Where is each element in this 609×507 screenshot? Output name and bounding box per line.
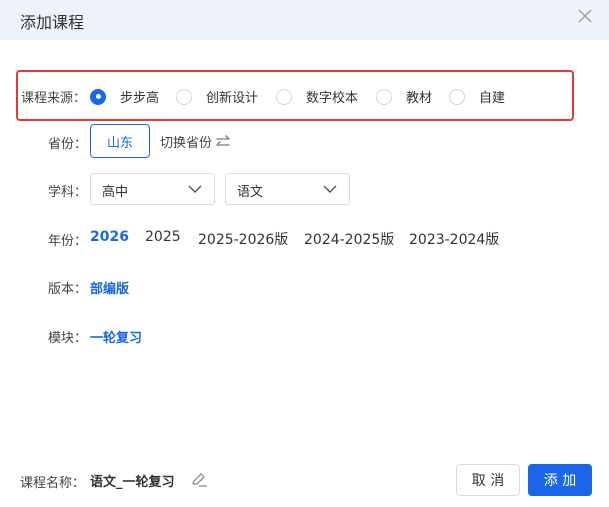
module-label: 模块： <box>48 331 88 346</box>
source-option-label: 自建 <box>479 91 506 106</box>
source-option-label: 创新设计 <box>206 91 259 106</box>
chevron-down-icon <box>188 185 202 193</box>
year-label: 年份： <box>48 234 88 249</box>
subject-select-value: 语文 <box>237 185 264 200</box>
swap-icon <box>216 134 230 146</box>
course-name-value: 语文_一轮复习 <box>90 475 175 490</box>
year-option-2023-2024[interactable]: 2023-2024版 <box>409 229 499 249</box>
dialog-header: 添加课程 <box>0 0 609 40</box>
course-name-label: 课程名称： <box>20 476 86 491</box>
source-option-jiaocai[interactable]: 教材 <box>376 87 432 106</box>
source-option-shuzi[interactable]: 数字校本 <box>276 87 358 106</box>
switch-province-label: 切换省份 <box>160 136 213 151</box>
cancel-button[interactable]: 取 消 <box>456 464 520 496</box>
module-value[interactable]: 一轮复习 <box>90 327 142 346</box>
year-option-2026[interactable]: 2026 <box>90 229 129 245</box>
subject-label: 学科： <box>48 185 88 200</box>
source-option-label: 数字校本 <box>306 91 359 106</box>
year-option-2024-2025[interactable]: 2024-2025版 <box>304 229 394 249</box>
year-option-2025-2026[interactable]: 2025-2026版 <box>198 229 288 249</box>
source-option-label: 步步高 <box>120 91 160 106</box>
edition-label: 版本： <box>48 282 88 297</box>
subject-select[interactable]: 语文 <box>225 173 350 205</box>
close-icon[interactable] <box>577 8 593 24</box>
year-option-2025[interactable]: 2025 <box>145 229 181 245</box>
chevron-down-icon <box>323 185 337 193</box>
switch-province-button[interactable]: 切换省份 <box>160 132 232 151</box>
edit-icon[interactable] <box>190 472 208 492</box>
radio-unchecked-icon <box>276 88 292 105</box>
radio-checked-icon <box>90 88 106 105</box>
radio-unchecked-icon <box>376 88 392 105</box>
edition-value[interactable]: 部编版 <box>90 278 129 297</box>
province-button[interactable]: 山东 <box>90 124 150 158</box>
source-option-zijian[interactable]: 自建 <box>449 87 505 106</box>
dialog-title: 添加课程 <box>20 13 85 32</box>
radio-unchecked-icon <box>449 88 465 105</box>
stage-select-value: 高中 <box>102 185 129 200</box>
add-button[interactable]: 添 加 <box>528 464 592 496</box>
radio-unchecked-icon <box>176 88 192 105</box>
source-label: 课程来源： <box>21 91 87 106</box>
province-label: 省份： <box>48 137 88 152</box>
source-option-chuangxin[interactable]: 创新设计 <box>176 87 258 106</box>
source-option-bubugao[interactable]: 步步高 <box>90 87 159 106</box>
source-option-label: 教材 <box>406 91 433 106</box>
stage-select[interactable]: 高中 <box>90 173 215 205</box>
